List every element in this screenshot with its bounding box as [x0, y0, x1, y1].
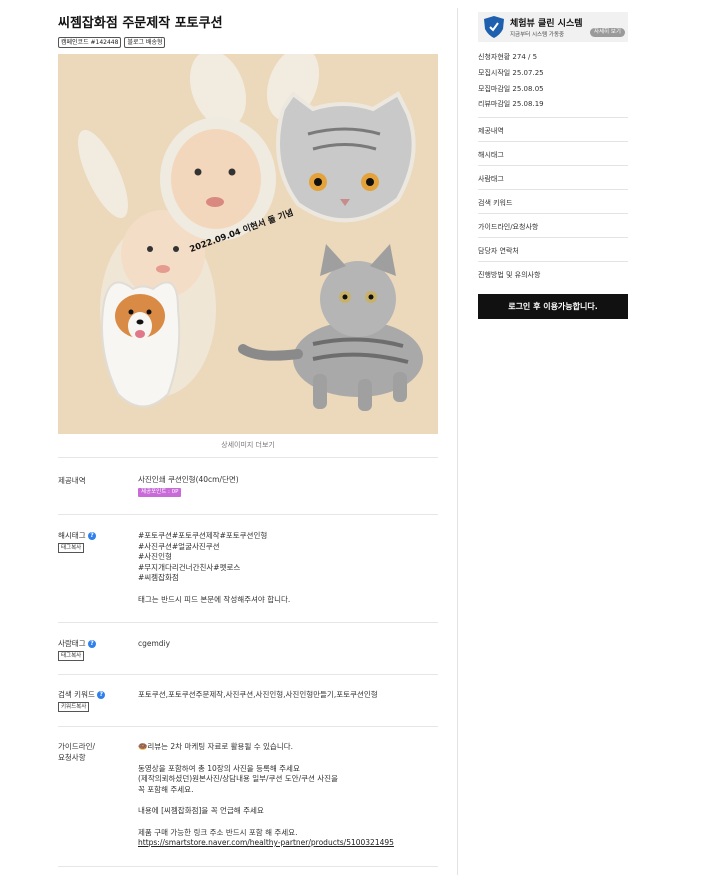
guide-line: 제품 구매 가능한 링크 주소 반드시 포함 해 주세요. [138, 827, 298, 837]
divider [58, 457, 438, 458]
clean-system-detail-button[interactable]: 자세히 보기 [589, 28, 625, 37]
hashtag-line: #사진쿠션#얼굴사진쿠션 [138, 541, 220, 551]
hashtag-line: #씨젬잡화점 [138, 573, 179, 582]
divider [58, 866, 438, 867]
campaign-type-badge: 블로그 배송형 [124, 37, 166, 48]
copy-person-tag-button[interactable]: 태그복사 [58, 651, 85, 661]
product-link[interactable]: https://smartstore.naver.com/healthy-par… [138, 838, 438, 849]
help-icon[interactable]: ? [88, 640, 96, 648]
hashtag-line: #포토쿠션#포토쿠션제작#포토쿠션인형 [138, 531, 268, 540]
guide-label-block: 가이드라인/ 요청사항 [58, 741, 95, 763]
person-tag-value: cgemdiy [138, 639, 171, 648]
more-images-link[interactable]: 상세이미지 더보기 [58, 440, 438, 450]
clean-system-subtitle: 지금부터 시스템 가동중 [510, 32, 565, 38]
provide-value-block: 사진인쇄 쿠션인형(40cm/단면) 제공포인트 : 0P [138, 475, 438, 497]
hashtag-label: 해시태그 [58, 531, 86, 540]
hashtag-label-block: 해시태그 ? 태그복사 [58, 530, 96, 553]
guide-line: (제작의뢰하셨던)원본사진/상담내용 일부/쿠션 도안/쿠션 사진을 [138, 774, 338, 783]
keyword-label-block: 검색 키워드 ? 키워드복사 [58, 689, 106, 712]
clean-system-title: 체험뷰 클린 시스템 [510, 19, 583, 29]
help-icon[interactable]: ? [97, 691, 106, 699]
sidebar-item-guide[interactable]: 가이드라인/요청사항 [478, 222, 628, 232]
point-badge: 제공포인트 : 0P [138, 487, 182, 497]
campaign-badges: 캠페인코드 #142448 블로그 배송형 [58, 37, 166, 48]
hashtag-line: #무지개다리건너간친사#펫로스 [138, 562, 241, 572]
divider [478, 261, 628, 262]
sidebar-item-hashtag[interactable]: 해시태그 [478, 150, 628, 160]
divider [478, 189, 628, 190]
column-divider [457, 8, 458, 875]
photo-cushion-illustration: 2022.09.04 이현서 돌 기념 [78, 54, 423, 411]
help-icon[interactable]: ? [88, 532, 96, 540]
person-tag-label: 사람태그 [58, 639, 86, 648]
copy-keyword-button[interactable]: 키워드복사 [58, 702, 90, 712]
guide-value-block: 🍩리뷰는 2차 마케팅 자료로 활용될 수 있습니다. 동영상을 포함하여 총 … [138, 742, 438, 849]
page-title: 씨젬잡화점 주문제작 포토쿠션 [58, 16, 223, 31]
divider [478, 237, 628, 238]
recruit-end-date: 모집마감일 25.08.05 [478, 85, 544, 93]
guide-line: 꼭 포함해 주세요. [138, 784, 194, 794]
sidebar-item-person-tag[interactable]: 사람태그 [478, 174, 628, 184]
recruit-start-date: 모집시작일 25.07.25 [478, 69, 544, 77]
keyword-value: 포토쿠션,포토쿠션주문제작,사진쿠션,사진인형,사진인형만들기,포토쿠션인형 [138, 690, 378, 699]
copy-hashtag-button[interactable]: 태그복사 [58, 543, 85, 553]
guide-line: 동영상을 포함하여 총 10장의 사진을 등록해 주세요 [138, 763, 300, 773]
divider [58, 514, 438, 515]
sidebar-item-contact[interactable]: 담당자 연락처 [478, 246, 628, 256]
divider [58, 622, 438, 623]
shield-icon [484, 16, 504, 38]
hashtag-value-block: #포토쿠션#포토쿠션제작#포토쿠션인형 #사진쿠션#얼굴사진쿠션 #사진인형 #… [138, 531, 438, 605]
guide-notice: 🍩리뷰는 2차 마케팅 자료로 활용될 수 있습니다. [138, 742, 293, 751]
provide-label: 제공내역 [58, 476, 86, 485]
divider [478, 141, 628, 142]
hashtag-line: #사진인형 [138, 552, 172, 561]
review-end-date: 리뷰마감일 25.08.19 [478, 100, 544, 108]
campaign-code-badge: 캠페인코드 #142448 [58, 37, 122, 48]
sidebar-item-keyword[interactable]: 검색 키워드 [478, 198, 628, 208]
divider [478, 117, 628, 118]
guide-label: 요청사항 [58, 753, 86, 762]
provide-value: 사진인쇄 쿠션인형(40cm/단면) [138, 475, 239, 484]
clean-system-banner: 체험뷰 클린 시스템 지금부터 시스템 가동중 자세히 보기 [478, 12, 628, 42]
guide-line: 내용에 [씨젬잡화점]을 꼭 언급해 주세요 [138, 806, 264, 815]
product-image[interactable]: 2022.09.04 이현서 돌 기념 [58, 54, 438, 434]
applicant-count: 신청자현황 274 / 5 [478, 53, 538, 61]
login-button[interactable]: 로그인 후 이용가능합니다. [478, 294, 628, 319]
person-tag-label-block: 사람태그 ? 태그복사 [58, 638, 96, 661]
sidebar-item-provide[interactable]: 제공내역 [478, 126, 628, 136]
sidebar-item-process[interactable]: 진행방법 및 유의사항 [478, 270, 628, 280]
guide-label: 가이드라인/ [58, 742, 96, 751]
divider [478, 165, 628, 166]
hashtag-note: 태그는 반드시 피드 본문에 작성해주셔야 합니다. [138, 594, 291, 604]
divider [58, 726, 438, 727]
divider [58, 674, 438, 675]
keyword-label: 검색 키워드 [58, 690, 95, 699]
divider [478, 213, 628, 214]
